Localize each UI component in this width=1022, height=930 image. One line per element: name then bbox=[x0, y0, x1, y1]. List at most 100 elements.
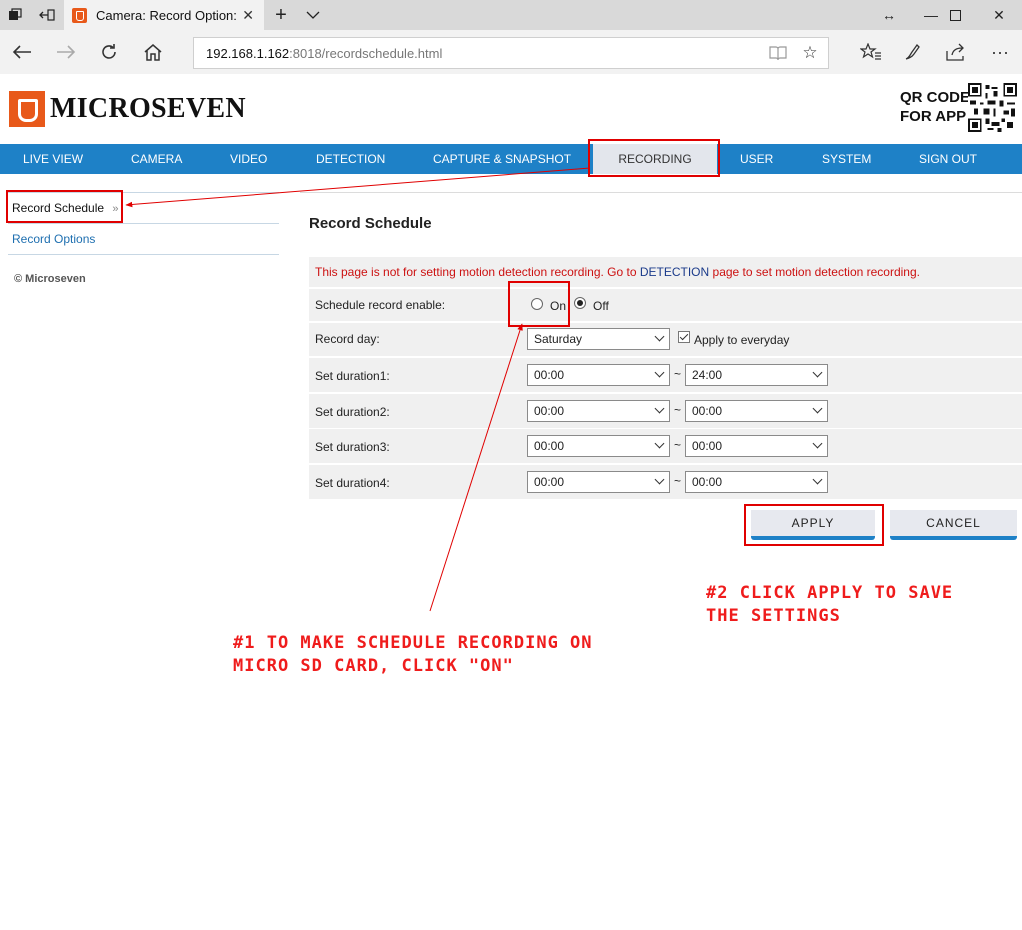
annotation-box-apply bbox=[744, 504, 884, 546]
range-separator: ~ bbox=[674, 367, 682, 381]
chevron-down-icon bbox=[812, 403, 823, 414]
notes-icon[interactable] bbox=[899, 38, 927, 66]
home-icon[interactable] bbox=[139, 38, 167, 66]
duration2-end-select[interactable]: 00:00 bbox=[685, 400, 828, 422]
duration2-start-select[interactable]: 00:00 bbox=[527, 400, 670, 422]
sidebar-item-record-options[interactable]: Record Options bbox=[12, 232, 95, 246]
url-host: 192.168.1.162 bbox=[206, 45, 290, 61]
chevron-down-icon bbox=[812, 474, 823, 485]
copyright: © Microseven bbox=[14, 273, 86, 285]
tab-list-icon[interactable] bbox=[298, 0, 328, 30]
nav-video[interactable]: VIDEO bbox=[230, 144, 267, 174]
duration1-end-select[interactable]: 24:00 bbox=[685, 364, 828, 386]
annotation-box-record-schedule bbox=[6, 190, 123, 223]
favorites-hub-icon[interactable] bbox=[857, 38, 885, 66]
chevron-down-icon bbox=[654, 403, 665, 414]
maximize-icon[interactable] bbox=[932, 0, 978, 30]
browser-tab-bar: Camera: Record Option: ✕ + ↔ — ✕ bbox=[0, 0, 1022, 30]
notice-text: This page is not for setting motion dete… bbox=[315, 265, 920, 279]
range-separator: ~ bbox=[674, 474, 682, 488]
duration4-end-select[interactable]: 00:00 bbox=[685, 471, 828, 493]
range-separator: ~ bbox=[674, 403, 682, 417]
duration-label: Set duration1: bbox=[315, 369, 390, 383]
nav-capture-snapshot[interactable]: CAPTURE & SNAPSHOT bbox=[433, 144, 571, 174]
browser-tab-active[interactable]: Camera: Record Option: ✕ bbox=[64, 0, 264, 30]
apply-everyday-checkbox[interactable] bbox=[678, 331, 690, 343]
more-icon[interactable]: ··· bbox=[986, 38, 1014, 66]
set-aside-tabs-icon[interactable] bbox=[32, 0, 62, 30]
microseven-logo-icon bbox=[9, 91, 45, 127]
annotation-note-1: #1 TO MAKE SCHEDULE RECORDING ON MICRO S… bbox=[233, 632, 593, 678]
brand-name: MICROSEVEN bbox=[50, 93, 246, 124]
chevron-down-icon bbox=[654, 331, 665, 342]
url-path: :8018/recordschedule.html bbox=[289, 45, 443, 61]
annotation-note-2: #2 CLICK APPLY TO SAVE THE SETTINGS bbox=[706, 582, 953, 628]
select-value: 00:00 bbox=[692, 404, 723, 418]
duration-row: Set duration1: 00:00 ~ 24:00 bbox=[309, 358, 1022, 392]
chevron-down-icon bbox=[812, 367, 823, 378]
tab-title: Camera: Record Option: bbox=[96, 7, 236, 23]
select-value: 00:00 bbox=[534, 439, 565, 453]
brand-logo[interactable]: MICROSEVEN bbox=[9, 91, 246, 127]
chevron-down-icon bbox=[654, 438, 665, 449]
cancel-button[interactable]: CANCEL bbox=[890, 510, 1017, 540]
note1-line2: MICRO SD CARD, CLICK "ON" bbox=[233, 656, 514, 676]
chevron-down-icon bbox=[812, 438, 823, 449]
forward-icon[interactable] bbox=[52, 38, 80, 66]
close-window-icon[interactable]: ✕ bbox=[976, 0, 1022, 30]
resize-icon[interactable]: ↔ bbox=[866, 0, 912, 30]
radio-off[interactable] bbox=[574, 297, 586, 309]
duration4-start-select[interactable]: 00:00 bbox=[527, 471, 670, 493]
tab-actions-icon[interactable] bbox=[0, 0, 30, 30]
annotation-box-on-radio bbox=[508, 281, 570, 327]
content-divider bbox=[300, 192, 1022, 193]
duration-label: Set duration3: bbox=[315, 440, 390, 454]
duration3-start-select[interactable]: 00:00 bbox=[527, 435, 670, 457]
camera-favicon-icon bbox=[72, 7, 87, 23]
record-day-select[interactable]: Saturday bbox=[527, 328, 670, 350]
radio-off-label: Off bbox=[593, 299, 609, 313]
duration-row: Set duration2: 00:00 ~ 00:00 bbox=[309, 394, 1022, 428]
select-value: 00:00 bbox=[692, 439, 723, 453]
main-nav: LIVE VIEW CAMERA VIDEO DETECTION CAPTURE… bbox=[0, 144, 1022, 174]
notice-row: This page is not for setting motion dete… bbox=[309, 257, 1022, 287]
notice-post: page to set motion detection recording. bbox=[709, 265, 920, 279]
duration1-start-select[interactable]: 00:00 bbox=[527, 364, 670, 386]
select-value: 00:00 bbox=[692, 475, 723, 489]
nav-system[interactable]: SYSTEM bbox=[822, 144, 871, 174]
nav-live-view[interactable]: LIVE VIEW bbox=[23, 144, 83, 174]
schedule-enable-row: Schedule record enable: On Off bbox=[309, 289, 1022, 321]
note2-line2: THE SETTINGS bbox=[706, 606, 841, 626]
back-icon[interactable] bbox=[8, 38, 36, 66]
nav-user[interactable]: USER bbox=[740, 144, 773, 174]
notice-pre: This page is not for setting motion dete… bbox=[315, 265, 640, 279]
chevron-down-icon bbox=[654, 474, 665, 485]
favorite-icon[interactable]: ☆ bbox=[796, 38, 824, 68]
refresh-icon[interactable] bbox=[95, 38, 123, 66]
record-day-label: Record day: bbox=[315, 332, 380, 346]
annotation-box-recording bbox=[588, 139, 720, 177]
range-separator: ~ bbox=[674, 438, 682, 452]
qr-caption: QR CODE FOR APP bbox=[900, 88, 970, 126]
sidebar-divider bbox=[8, 254, 279, 255]
qr-caption-line2: FOR APP bbox=[900, 108, 967, 125]
qr-caption-line1: QR CODE bbox=[900, 89, 971, 106]
select-value: 00:00 bbox=[534, 404, 565, 418]
duration-label: Set duration4: bbox=[315, 476, 390, 490]
new-tab-icon[interactable]: + bbox=[266, 0, 296, 30]
nav-camera[interactable]: CAMERA bbox=[131, 144, 182, 174]
nav-detection[interactable]: DETECTION bbox=[316, 144, 385, 174]
page-title: Record Schedule bbox=[309, 215, 432, 232]
record-day-row: Record day: Saturday Apply to everyday bbox=[309, 323, 1022, 356]
duration-row: Set duration3: 00:00 ~ 00:00 bbox=[309, 429, 1022, 463]
detection-link[interactable]: DETECTION bbox=[640, 265, 709, 279]
record-day-value: Saturday bbox=[534, 332, 583, 346]
nav-sign-out[interactable]: SIGN OUT bbox=[919, 144, 977, 174]
reading-view-icon[interactable] bbox=[764, 38, 792, 68]
share-icon[interactable] bbox=[942, 38, 970, 66]
select-value: 24:00 bbox=[692, 368, 723, 382]
duration3-end-select[interactable]: 00:00 bbox=[685, 435, 828, 457]
select-value: 00:00 bbox=[534, 475, 565, 489]
url-input[interactable]: 192.168.1.162:8018/recordschedule.html ☆ bbox=[193, 37, 829, 69]
close-icon[interactable]: ✕ bbox=[242, 7, 254, 24]
